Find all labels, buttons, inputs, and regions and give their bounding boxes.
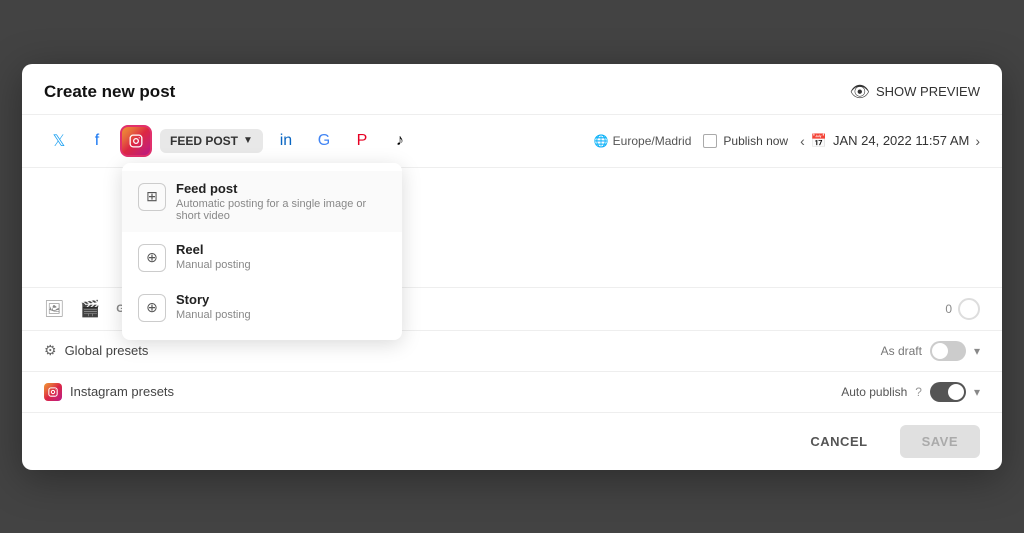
- modal-title: Create new post: [44, 82, 175, 102]
- gear-icon: ⚙: [44, 342, 57, 359]
- video-tool[interactable]: 🎬: [80, 299, 100, 319]
- show-preview-button[interactable]: 👁 SHOW PREVIEW: [850, 82, 980, 102]
- eye-icon: 👁: [850, 82, 870, 102]
- image-icon: 🖼: [44, 299, 64, 319]
- create-post-modal: Create new post 👁 SHOW PREVIEW 𝕏 f FEED …: [22, 64, 1002, 470]
- toggle-knob: [932, 343, 948, 359]
- feed-post-dropdown: ⊞ Feed post Automatic posting for a sing…: [122, 163, 402, 340]
- chevron-down-icon: ▼: [243, 135, 253, 146]
- global-presets-label: Global presets: [65, 343, 149, 358]
- feed-post-option-desc: Automatic posting for a single image or …: [176, 198, 386, 222]
- globe-icon: 🌐: [594, 134, 609, 148]
- show-preview-label: SHOW PREVIEW: [876, 84, 980, 99]
- next-date-button[interactable]: ›: [975, 133, 980, 149]
- story-option-desc: Manual posting: [176, 309, 251, 321]
- auto-publish-toggle[interactable]: [930, 382, 966, 402]
- instagram-presets-chevron-icon[interactable]: ▾: [974, 385, 980, 399]
- auto-publish-label: Auto publish: [841, 385, 907, 399]
- as-draft-label: As draft: [881, 344, 922, 358]
- video-icon: 🎬: [80, 299, 100, 319]
- prev-date-button[interactable]: ‹: [800, 133, 805, 149]
- global-presets-right: As draft ▾: [881, 341, 980, 361]
- linkedin-icon[interactable]: in: [271, 126, 301, 156]
- reel-option-icon: ⊕: [138, 244, 166, 272]
- dropdown-item-story[interactable]: ⊕ Story Manual posting: [122, 282, 402, 332]
- facebook-icon[interactable]: f: [82, 126, 112, 156]
- feed-post-label: FEED POST: [170, 134, 238, 148]
- publish-now-label: Publish now: [723, 134, 788, 148]
- twitter-icon[interactable]: 𝕏: [44, 126, 74, 156]
- instagram-presets-right: Auto publish ? ▾: [841, 382, 980, 402]
- feed-post-button[interactable]: FEED POST ▼: [160, 129, 263, 153]
- auto-publish-help-icon[interactable]: ?: [915, 385, 922, 399]
- char-count-circle: [958, 298, 980, 320]
- tiktok-icon[interactable]: ♪: [385, 126, 415, 156]
- reel-option-title: Reel: [176, 242, 251, 257]
- toolbar-right: 🌐 Europe/Madrid Publish now ‹ 📅 JAN 24, …: [594, 133, 980, 149]
- as-draft-toggle[interactable]: [930, 341, 966, 361]
- modal-header: Create new post 👁 SHOW PREVIEW: [22, 64, 1002, 115]
- publish-now-wrap: Publish now: [703, 134, 788, 148]
- story-option-icon: ⊕: [138, 294, 166, 322]
- global-presets-label-wrap: ⚙ Global presets: [44, 342, 148, 359]
- dropdown-item-feed-post[interactable]: ⊞ Feed post Automatic posting for a sing…: [122, 171, 402, 232]
- gmb-icon[interactable]: G: [309, 126, 339, 156]
- image-tool[interactable]: 🖼: [44, 299, 64, 319]
- story-option-title: Story: [176, 292, 251, 307]
- auto-publish-toggle-knob: [948, 384, 964, 400]
- instagram-presets-label: Instagram presets: [70, 384, 174, 399]
- instagram-preset-icon: [44, 383, 62, 401]
- save-button[interactable]: SAVE: [900, 425, 980, 458]
- instagram-presets-row: Instagram presets Auto publish ? ▾: [22, 372, 1002, 413]
- reel-option-desc: Manual posting: [176, 259, 251, 271]
- cancel-button[interactable]: CANCEL: [788, 425, 889, 458]
- date-label: JAN 24, 2022 11:57 AM: [833, 133, 969, 148]
- feed-post-option-icon: ⊞: [138, 183, 166, 211]
- timezone-label: Europe/Madrid: [613, 134, 692, 148]
- instagram-icon[interactable]: [120, 125, 152, 157]
- date-navigation: ‹ 📅 JAN 24, 2022 11:57 AM ›: [800, 133, 980, 149]
- post-toolbar: 𝕏 f FEED POST ▼ in G P ♪ 🌐 Europe/Madrid…: [22, 115, 1002, 168]
- modal-footer: CANCEL SAVE: [22, 413, 1002, 470]
- timezone-display: 🌐 Europe/Madrid: [594, 134, 692, 148]
- instagram-presets-label-wrap: Instagram presets: [44, 383, 174, 401]
- calendar-icon: 📅: [811, 133, 827, 149]
- publish-now-checkbox[interactable]: [703, 134, 717, 148]
- dropdown-item-reel[interactable]: ⊕ Reel Manual posting: [122, 232, 402, 282]
- pinterest-icon[interactable]: P: [347, 126, 377, 156]
- feed-post-option-title: Feed post: [176, 181, 386, 196]
- global-presets-chevron-icon[interactable]: ▾: [974, 344, 980, 358]
- char-count-value: 0: [945, 302, 952, 316]
- char-count-area: 0: [945, 298, 980, 320]
